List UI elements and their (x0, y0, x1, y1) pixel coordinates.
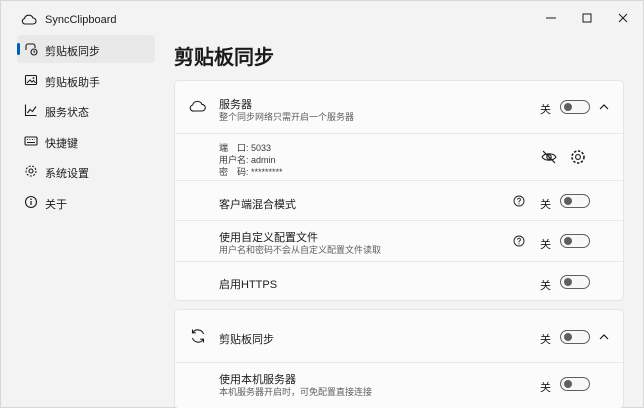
sidebar-item-hotkeys[interactable]: 快捷键 (17, 127, 155, 155)
setting-subtitle: 本机服务器开启时，可免配置直接连接 (219, 387, 373, 397)
sidebar-item-about[interactable]: 关于 (17, 188, 155, 216)
sidebar-item-label: 快捷键 (45, 138, 78, 150)
sidebar-item-clipboard-assistant[interactable]: 剪贴板助手 (17, 66, 155, 94)
setting-subtitle: 用户名和密码不会从自定义配置文件读取 (219, 245, 382, 255)
active-indicator (17, 43, 20, 55)
toggle-state-label: 关 (540, 239, 551, 251)
setting-row-client-mixed-mode: 客户端混合模式 关 (175, 180, 623, 220)
app-window: SyncClipboard 剪贴板同步 剪贴板助手 服务状态 快捷键 系统设置 … (0, 0, 644, 408)
server-toggle[interactable] (560, 100, 590, 114)
sidebar-item-label: 关于 (45, 199, 67, 211)
toggle-state-label: 关 (540, 334, 551, 346)
setting-title: 客户端混合模式 (219, 199, 296, 211)
sidebar-item-system-settings[interactable]: 系统设置 (17, 157, 155, 185)
setting-row-custom-config: 使用自定义配置文件 用户名和密码不会从自定义配置文件读取 关 (175, 220, 623, 261)
clipboard-sync-icon (25, 43, 38, 56)
page-title: 剪贴板同步 (174, 47, 274, 69)
keyboard-icon (24, 136, 38, 146)
app-title: SyncClipboard (45, 14, 117, 26)
client-mixed-mode-toggle[interactable] (560, 194, 590, 208)
cloud-icon (21, 14, 37, 25)
sidebar-item-service-status[interactable]: 服务状态 (17, 96, 155, 124)
sidebar-item-label: 剪贴板助手 (45, 77, 100, 89)
gear-icon[interactable] (569, 148, 587, 166)
maximize-button[interactable] (577, 10, 597, 26)
clipboard-sync-toggle[interactable] (560, 330, 590, 344)
https-toggle[interactable] (560, 275, 590, 289)
chevron-up-icon[interactable] (598, 333, 610, 341)
server-info-row: 端 口: 5033 用户名: admin 密 码: ********* (175, 133, 623, 180)
gear-icon (25, 165, 37, 177)
toggle-state-label: 关 (540, 382, 551, 394)
close-button[interactable] (613, 10, 633, 26)
sidebar-item-clipboard-sync[interactable]: 剪贴板同步 (17, 35, 155, 63)
use-local-server-toggle[interactable] (560, 377, 590, 391)
setting-row-use-local-server: 使用本机服务器 本机服务器开启时，可免配置直接连接 关 (175, 362, 623, 408)
sync-title: 剪贴板同步 (219, 334, 274, 346)
sidebar-item-label: 服务状态 (45, 107, 89, 119)
image-icon (24, 74, 38, 86)
chart-icon (24, 104, 37, 117)
custom-config-toggle[interactable] (560, 234, 590, 248)
clipboard-sync-card: 剪贴板同步 关 使用本机服务器 本机服务器开启时，可免配置直接连接 关 (174, 309, 624, 408)
minimize-button[interactable] (541, 10, 561, 26)
password-line: 密 码: ********* (219, 167, 283, 177)
chevron-up-icon[interactable] (598, 103, 610, 111)
cloud-icon (189, 100, 206, 112)
server-header-row[interactable]: 服务器 整个同步网络只需开启一个服务器 关 (175, 81, 623, 133)
sync-header-row[interactable]: 剪贴板同步 关 (175, 310, 623, 362)
help-icon[interactable] (513, 235, 525, 247)
toggle-state-label: 关 (540, 104, 551, 116)
sidebar-item-label: 剪贴板同步 (45, 46, 100, 58)
toggle-state-label: 关 (540, 280, 551, 292)
info-icon (24, 195, 38, 209)
sidebar-item-label: 系统设置 (45, 168, 89, 180)
sync-icon (191, 329, 205, 343)
eye-off-icon[interactable] (540, 148, 558, 166)
help-icon[interactable] (513, 195, 525, 207)
setting-title: 启用HTTPS (219, 279, 278, 291)
server-subtitle: 整个同步网络只需开启一个服务器 (219, 112, 355, 122)
server-card: 服务器 整个同步网络只需开启一个服务器 关 端 口: 5033 用户名: adm… (174, 80, 624, 301)
toggle-state-label: 关 (540, 199, 551, 211)
title-bar: SyncClipboard (1, 1, 643, 35)
setting-row-https: 启用HTTPS 关 (175, 261, 623, 301)
